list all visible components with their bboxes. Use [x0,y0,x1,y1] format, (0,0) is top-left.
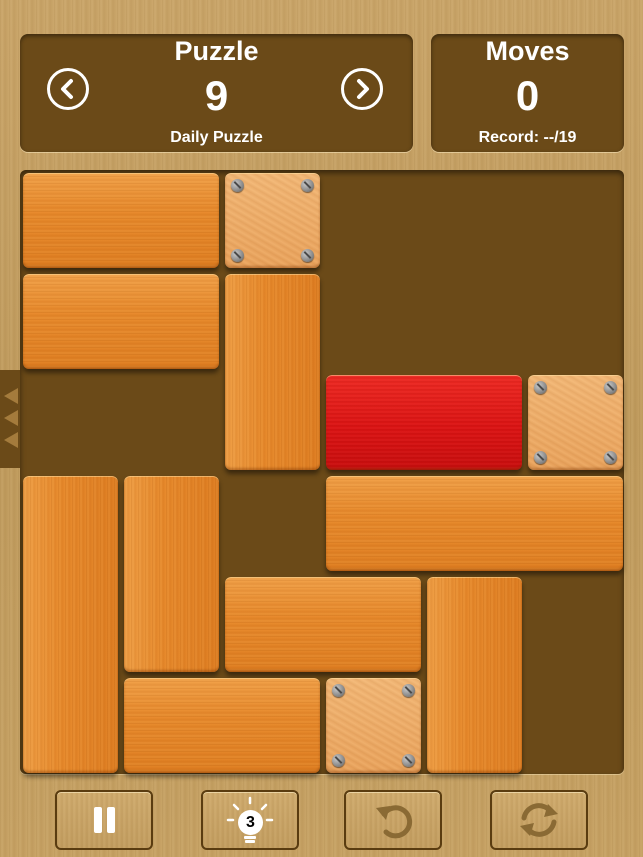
next-puzzle-button[interactable] [341,68,383,110]
horizontal-block[interactable] [124,678,320,773]
undo-icon [376,805,413,839]
fixed-block [326,678,421,773]
screw-icon [534,381,547,394]
puzzle-board [20,170,624,774]
horizontal-block[interactable] [23,173,219,268]
record-text: Record: --/19 [478,129,577,146]
pause-button[interactable] [55,790,153,850]
screw-icon [332,684,345,697]
exit-arrow-icon [4,410,18,426]
undo-button[interactable] [344,790,442,850]
screw-icon [402,684,415,697]
moves-title: Moves [485,36,570,66]
target-block[interactable] [326,375,522,470]
puzzle-title: Puzzle [174,36,259,66]
vertical-block[interactable] [124,476,219,672]
screw-icon [332,754,345,767]
moves-count: 0 [515,72,540,119]
horizontal-block[interactable] [23,274,219,369]
exit-arrow-icon [4,388,18,404]
exit-arrow-icon [4,432,18,448]
puzzle-subtitle: Daily Puzzle [170,129,263,146]
hint-button[interactable]: 3 [201,790,299,850]
screw-icon [301,179,314,192]
vertical-block[interactable] [23,476,118,773]
horizontal-block[interactable] [225,577,421,672]
pause-icon [94,807,115,833]
screw-icon [604,451,617,464]
screw-icon [231,249,244,262]
reset-icon [520,803,558,837]
hint-count: 3 [238,810,263,835]
fixed-block [528,375,623,470]
fixed-block [225,173,320,268]
screw-icon [534,451,547,464]
horizontal-block[interactable] [326,476,623,571]
screw-icon [604,381,617,394]
chevron-right-icon [357,79,369,99]
moves-panel: Moves 0 Record: --/19 [431,34,624,152]
vertical-block[interactable] [427,577,522,773]
puzzle-panel: Puzzle 9 Daily Puzzle [20,34,413,152]
screw-icon [231,179,244,192]
reset-button[interactable] [490,790,588,850]
vertical-block[interactable] [225,274,320,470]
screw-icon [301,249,314,262]
screw-icon [402,754,415,767]
